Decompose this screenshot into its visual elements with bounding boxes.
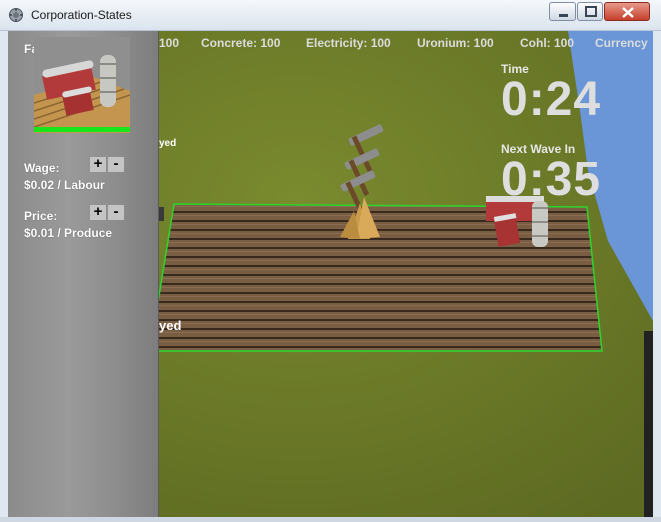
resource-electricity: Electricity: 100 [306, 36, 391, 50]
viewport-edge [644, 331, 653, 517]
price-increase-button[interactable]: + [90, 204, 106, 220]
maximize-icon [585, 6, 597, 17]
title-bar[interactable]: Corporation-States [0, 0, 661, 31]
maximize-button[interactable] [577, 2, 603, 21]
world-label-bottom: yed [159, 318, 182, 333]
wage-increase-button[interactable]: + [90, 156, 106, 172]
world-label-top: yed [159, 138, 177, 149]
resource-item: 100 [159, 36, 180, 50]
time-value: 0:24 [501, 73, 602, 126]
building-thumbnail [33, 37, 131, 133]
app-window: Corporation-States yed yed 100 Concrete:… [0, 0, 661, 522]
price-value: $0.01 / Produce [24, 226, 113, 240]
next-wave-value: 0:35 [501, 153, 602, 206]
price-decrease-button[interactable]: - [108, 204, 124, 220]
app-icon [9, 8, 23, 22]
building-health-bar [34, 127, 130, 132]
close-button[interactable] [604, 2, 650, 21]
close-icon [622, 7, 634, 18]
price-label: Price: [24, 209, 58, 223]
resource-bar: 100 Concrete: 100 Electricity: 100 Uroni… [159, 33, 653, 55]
window-title: Corporation-States [31, 8, 132, 22]
minimize-button[interactable] [549, 2, 576, 21]
wage-value: $0.02 / Labour [24, 178, 105, 192]
wage-label: Wage: [24, 161, 60, 175]
minimize-icon [559, 14, 568, 17]
resource-uronium: Uronium: 100 [417, 36, 494, 50]
resource-concrete: Concrete: 100 [201, 36, 281, 50]
farm-icon [33, 37, 131, 133]
window-bottom-border [0, 517, 661, 522]
building-panel: Farm Wage: + - $0.02 / Labour Price: + - [8, 31, 159, 517]
wage-decrease-button[interactable]: - [108, 156, 124, 172]
resource-currency: Currency [595, 36, 648, 50]
resource-cohl: Cohl: 100 [520, 36, 575, 50]
